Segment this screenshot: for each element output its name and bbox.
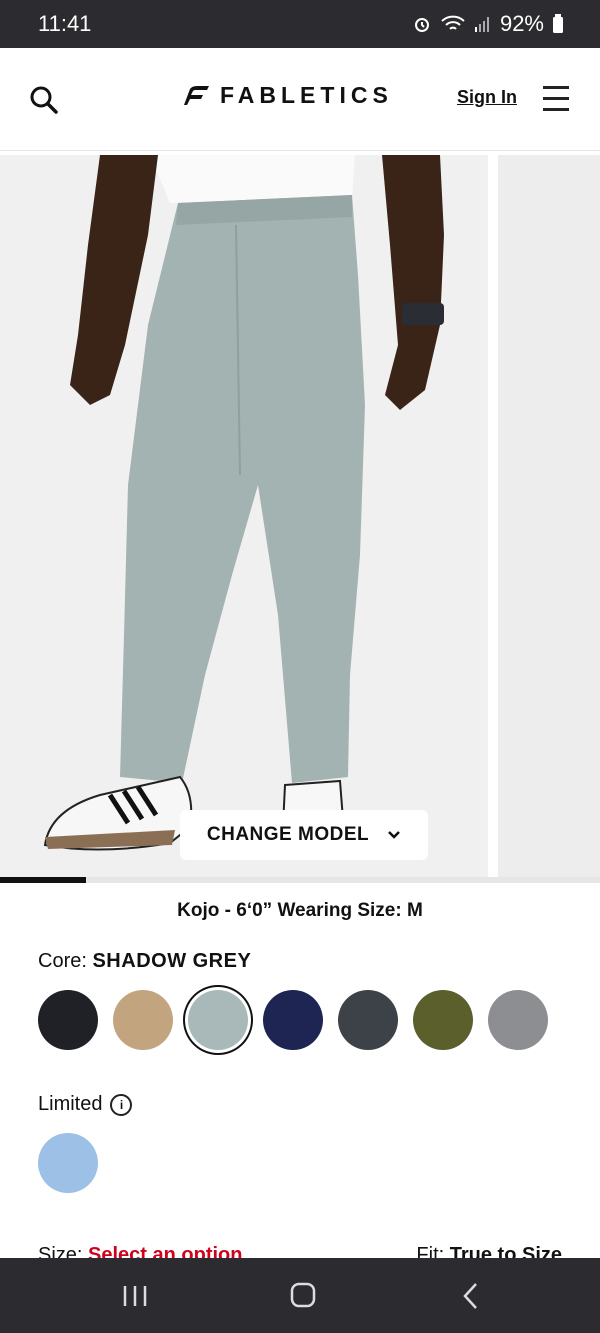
size-placeholder: Select an option: [88, 1244, 243, 1258]
size-selector[interactable]: Size: Select an option: [38, 1244, 243, 1258]
signal-icon: [474, 17, 489, 32]
swatch-black[interactable]: [38, 990, 98, 1050]
size-fit-row: Size: Select an option Fit: True to Size: [38, 1244, 562, 1258]
status-time: 11:41: [38, 11, 92, 36]
fit-label: Fit:: [416, 1244, 445, 1258]
alarm-icon: [414, 18, 429, 32]
swatch-light-blue[interactable]: [38, 1133, 98, 1193]
brand-wordmark: FABLETICS: [220, 82, 393, 108]
swatch-navy[interactable]: [263, 990, 323, 1050]
back-icon[interactable]: [452, 1280, 492, 1312]
system-nav-bar: [0, 1258, 600, 1333]
gallery-progress-fill: [0, 877, 86, 883]
swatch-charcoal[interactable]: [338, 990, 398, 1050]
color-heading: Core: SHADOW GREY: [38, 950, 251, 973]
recent-apps-icon[interactable]: [115, 1280, 155, 1312]
model-info: Kojo - 6‘0” Wearing Size: M: [177, 900, 423, 921]
color-label: Core:: [38, 950, 87, 972]
status-bar: 11:41 92%: [0, 0, 600, 48]
limited-heading: Limited i: [38, 1093, 133, 1116]
sign-in-link[interactable]: Sign In: [457, 87, 517, 108]
search-icon[interactable]: [28, 84, 60, 116]
fit-value: True to Size: [449, 1244, 562, 1258]
change-model-label: CHANGE MODEL: [206, 824, 370, 845]
product-image-gallery[interactable]: CHANGE MODEL: [0, 155, 600, 877]
gallery-progress: [0, 877, 600, 883]
size-label: Size:: [38, 1244, 83, 1258]
limited-swatches: [38, 1133, 98, 1193]
home-icon[interactable]: [283, 1280, 323, 1312]
wifi-icon: [441, 15, 465, 30]
limited-label: Limited: [38, 1093, 103, 1115]
battery-percent: 92%: [499, 11, 544, 36]
selected-color-name: SHADOW GREY: [92, 950, 252, 972]
fabletics-logo-icon: [184, 85, 209, 105]
color-swatches: [38, 990, 548, 1050]
battery-icon: [553, 14, 563, 33]
hamburger-menu-icon[interactable]: [543, 86, 569, 112]
swatch-khaki[interactable]: [113, 990, 173, 1050]
fit-info: Fit: True to Size: [416, 1244, 562, 1258]
chevron-down-icon: [388, 831, 400, 839]
next-image-peek[interactable]: [488, 155, 600, 877]
product-photo: [0, 155, 480, 877]
change-model-button[interactable]: CHANGE MODEL: [180, 810, 428, 860]
info-icon[interactable]: i: [110, 1093, 133, 1116]
swatch-olive[interactable]: [413, 990, 473, 1050]
swatch-shadow-grey[interactable]: [188, 990, 248, 1050]
swatch-heather-grey[interactable]: [488, 990, 548, 1050]
brand-logo[interactable]: FABLETICS: [180, 82, 393, 109]
site-header: FABLETICS Sign In: [0, 48, 600, 151]
status-icons: 92%: [412, 11, 564, 37]
